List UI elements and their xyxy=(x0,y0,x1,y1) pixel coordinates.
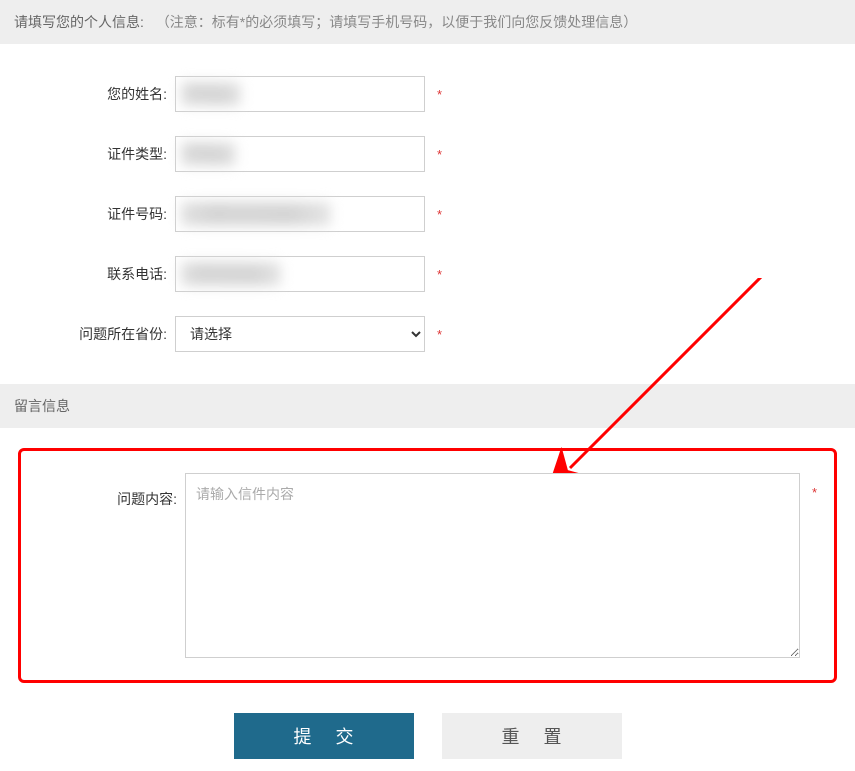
label-message: 问题内容: xyxy=(35,473,185,509)
message-highlight-wrapper: 问题内容: * xyxy=(0,448,855,683)
row-province: 问题所在省份: 请选择 * xyxy=(0,316,855,352)
personal-info-form: 您的姓名: * 证件类型: * 证件号码: * 联系电话: * 问题所在省份: xyxy=(0,44,855,384)
submit-button[interactable]: 提交 xyxy=(234,713,414,759)
row-phone: 联系电话: * xyxy=(0,256,855,292)
label-idtype: 证件类型: xyxy=(0,144,175,164)
row-message: 问题内容: * xyxy=(35,473,820,658)
label-name: 您的姓名: xyxy=(0,84,175,104)
label-idno: 证件号码: xyxy=(0,204,175,224)
input-idtype[interactable] xyxy=(175,136,425,172)
required-star: * xyxy=(425,267,445,282)
personal-info-header: 请填写您的个人信息: （注意：标有*的必须填写；请填写手机号码，以便于我们向您反… xyxy=(0,0,855,44)
message-title: 留言信息 xyxy=(14,398,70,414)
required-star: * xyxy=(425,207,445,222)
personal-info-title: 请填写您的个人信息: xyxy=(14,14,144,30)
reset-button[interactable]: 重置 xyxy=(442,713,622,759)
label-phone: 联系电话: xyxy=(0,264,175,284)
button-row: 提交 重置 xyxy=(0,713,855,759)
input-idno[interactable] xyxy=(175,196,425,232)
required-star: * xyxy=(425,147,445,162)
input-name[interactable] xyxy=(175,76,425,112)
personal-info-note: （注意：标有*的必须填写；请填写手机号码，以便于我们向您反馈处理信息） xyxy=(156,14,637,30)
label-province: 问题所在省份: xyxy=(0,324,175,344)
required-star: * xyxy=(425,327,445,342)
select-province[interactable]: 请选择 xyxy=(175,316,425,352)
required-star: * xyxy=(800,473,820,500)
input-phone[interactable] xyxy=(175,256,425,292)
textarea-message[interactable] xyxy=(185,473,800,658)
message-highlight-box: 问题内容: * xyxy=(18,448,837,683)
message-header: 留言信息 xyxy=(0,384,855,428)
row-name: 您的姓名: * xyxy=(0,76,855,112)
row-idtype: 证件类型: * xyxy=(0,136,855,172)
row-idno: 证件号码: * xyxy=(0,196,855,232)
required-star: * xyxy=(425,87,445,102)
